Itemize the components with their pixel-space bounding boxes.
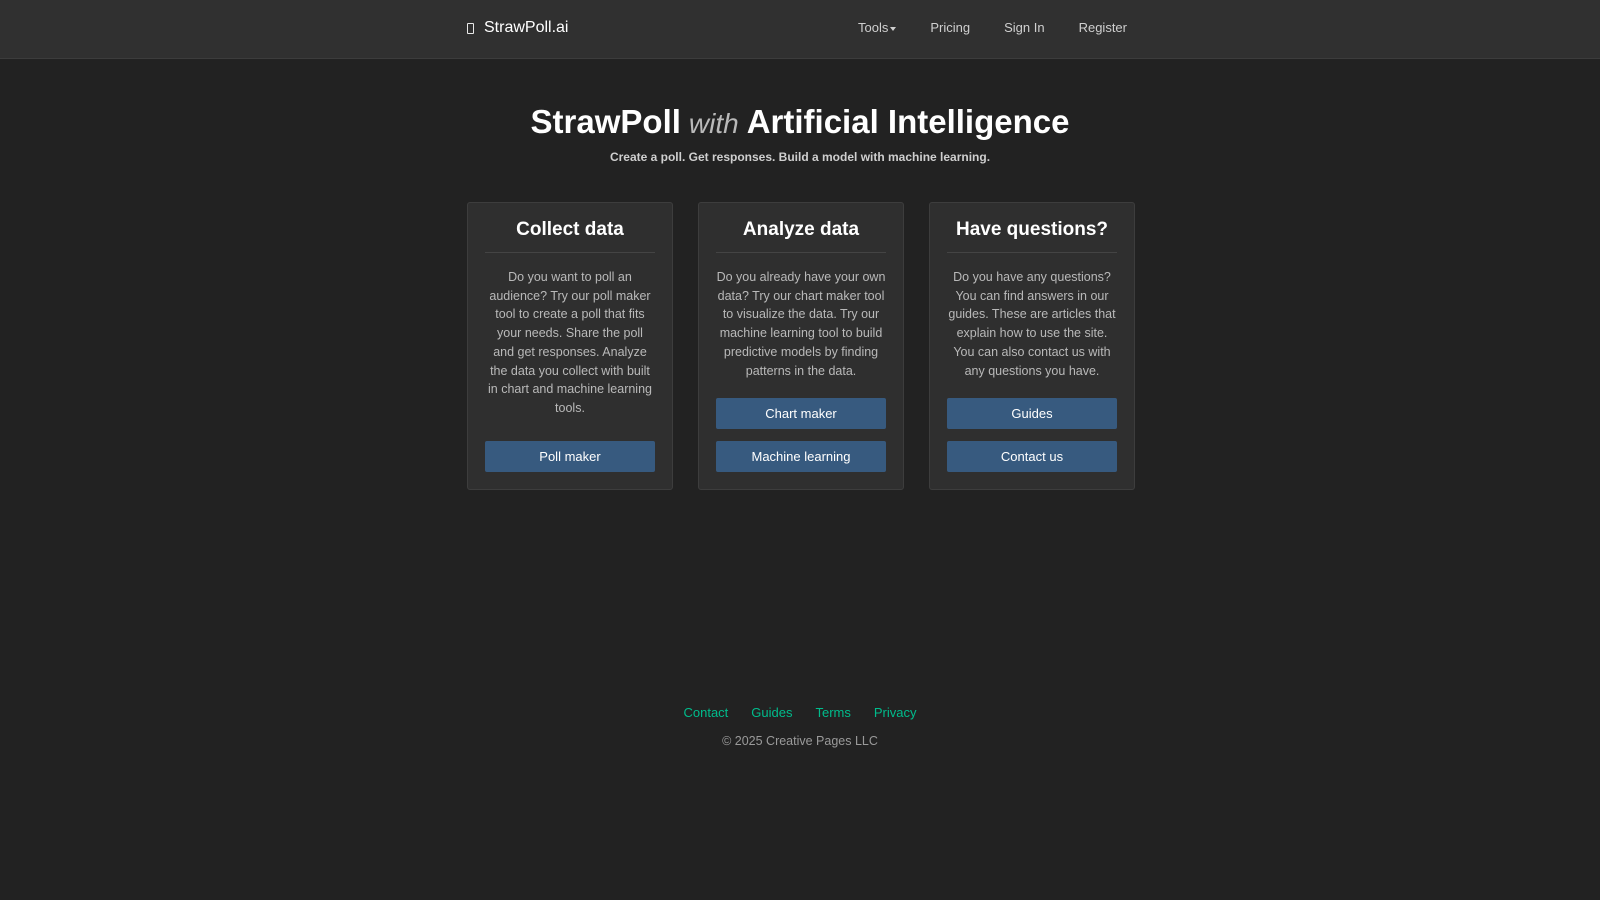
brand-name: StrawPoll.ai [484,19,569,36]
title-part-ai: Artificial Intelligence [746,103,1070,140]
card-text: Do you already have your own data? Try o… [716,270,886,378]
page-footer: Contact Guides Terms Privacy © 2025 Crea… [0,705,1600,748]
guides-button[interactable]: Guides [947,398,1117,430]
copyright-text: © 2025 Creative Pages LLC [722,734,878,748]
footer-links: Contact Guides Terms Privacy [0,705,1600,720]
card-title: Analyze data [716,219,886,253]
card-title: Have questions? [947,219,1117,253]
machine-learning-button[interactable]: Machine learning [716,441,886,473]
card-collect-data: Collect data Do you want to poll an audi… [467,202,673,490]
nav-tools-dropdown[interactable]: Tools [857,20,897,35]
card-text: Do you want to poll an audience? Try our… [488,270,652,415]
nav-pricing-link[interactable]: Pricing [930,20,970,35]
page-title: StrawPoll with Artificial Intelligence [0,98,1600,148]
footer-privacy-link[interactable]: Privacy [874,705,917,720]
nav-links: Tools Pricing Sign In Register [858,20,1127,35]
footer-contact-link[interactable]: Contact [683,705,728,720]
footer-terms-link[interactable]: Terms [816,705,851,720]
poll-maker-button[interactable]: Poll maker [485,440,655,472]
card-have-questions: Have questions? Do you have any question… [929,202,1135,490]
footer-guides-link[interactable]: Guides [751,705,792,720]
phone-icon [467,22,474,34]
chart-maker-button[interactable]: Chart maker [716,398,886,430]
feature-cards: Collect data Do you want to poll an audi… [467,202,1135,490]
nav-register-link[interactable]: Register [1079,20,1127,35]
card-text: Do you have any questions? You can find … [948,270,1116,378]
card-title: Collect data [485,219,655,253]
top-navbar: StrawPoll.ai Tools Pricing Sign In Regis… [0,0,1600,59]
title-part-with: with [688,108,739,139]
caret-down-icon [890,26,897,31]
nav-tools-label: Tools [857,20,889,35]
title-part-strawpoll: StrawPoll [530,103,681,140]
brand-link[interactable]: StrawPoll.ai [467,19,568,37]
hero-section: StrawPoll with Artificial Intelligence Cre… [0,98,1600,164]
contact-us-button[interactable]: Contact us [947,441,1117,473]
card-analyze-data: Analyze data Do you already have your ow… [698,202,904,490]
nav-sign-in-link[interactable]: Sign In [1004,20,1044,35]
page-subtitle: Create a poll. Get responses. Build a mo… [609,150,991,164]
